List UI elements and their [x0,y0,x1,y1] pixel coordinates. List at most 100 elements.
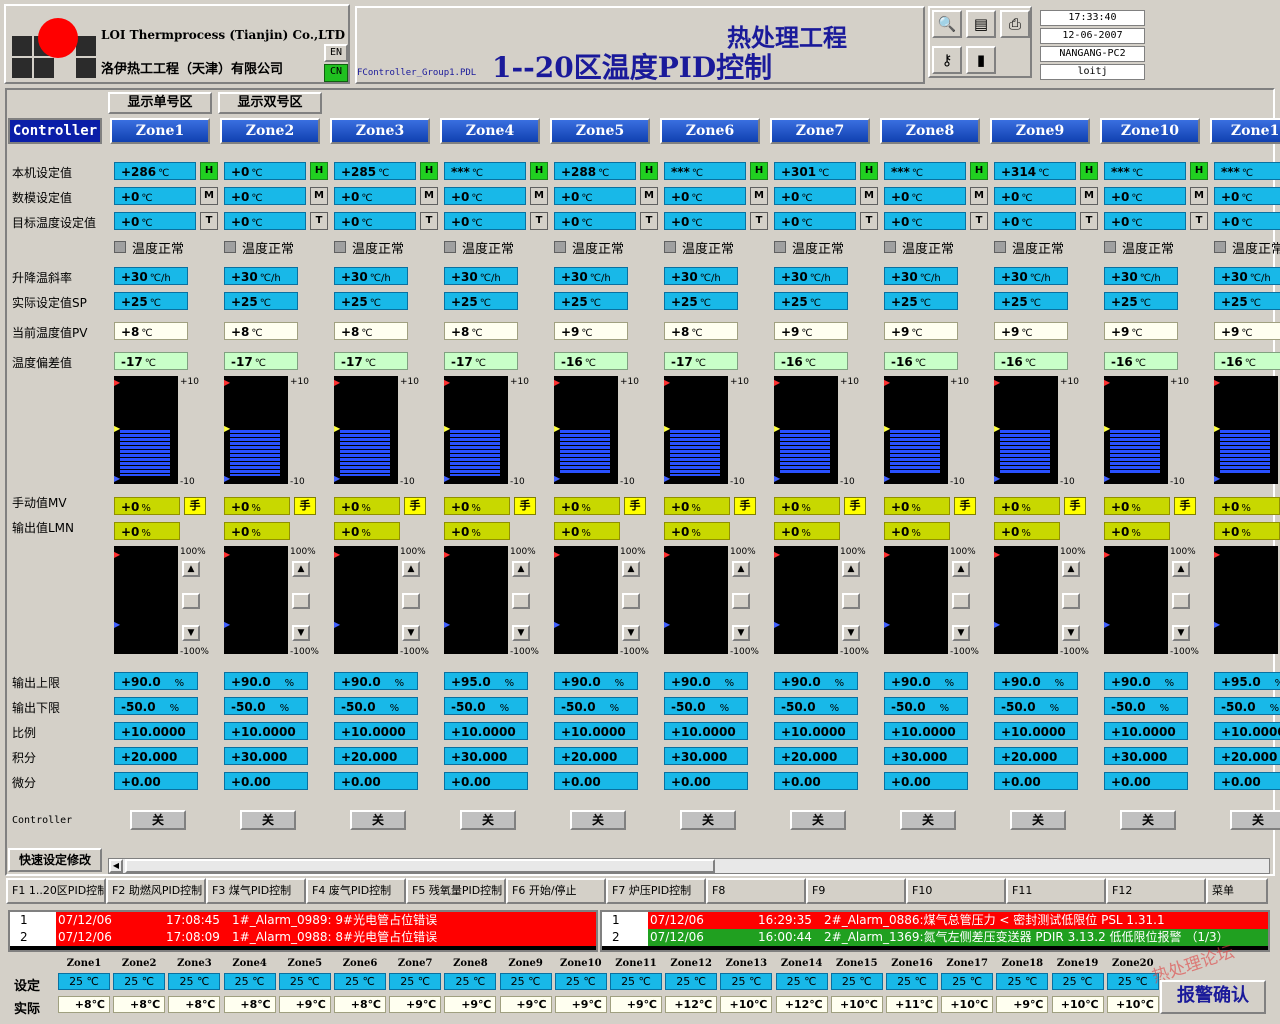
model-mode-button[interactable]: M [200,187,218,205]
manual-mv-field[interactable]: +0% [1104,497,1170,515]
alarm-ack-button[interactable]: 报警确认 [1160,980,1266,1014]
actual-sp-field[interactable]: +25 ℃ [554,292,628,310]
output-low-limit-field[interactable]: -50.0% [774,697,858,715]
alarm-row[interactable]: 1 07/12/06 16:29:35 2#_Alarm_0886:煤气总管压力 < … [602,912,1268,929]
actual-sp-field[interactable]: +25 ℃ [994,292,1068,310]
integral-field[interactable]: +20.000 [774,747,858,765]
status-checkbox[interactable] [884,241,896,253]
local-mode-button[interactable]: H [420,162,438,180]
output-low-limit-field[interactable]: -50.0% [444,697,528,715]
scroll-left-icon[interactable]: ◀ [109,859,123,873]
output-up-arrow-icon[interactable]: ▲ [402,561,420,577]
output-low-limit-field[interactable]: -50.0% [334,697,418,715]
integral-field[interactable]: +30.000 [444,747,528,765]
key-icon[interactable]: ⚷ [932,46,962,74]
target-sp-field[interactable]: +0 ℃ [1214,212,1280,230]
output-high-limit-field[interactable]: +90.0% [224,672,308,690]
model-sp-field[interactable]: +0 ℃ [1214,187,1280,205]
target-sp-field[interactable]: +0 ℃ [224,212,306,230]
function-key-2[interactable]: F2 助燃风PID控制 [106,878,206,904]
local-sp-field[interactable]: *** ℃ [444,162,526,180]
ramp-field[interactable]: +30 ℃/h [224,267,298,285]
exit-door-icon[interactable]: ▮ [966,46,996,74]
derivative-field[interactable]: +0.00 [994,772,1078,790]
output-step-button[interactable] [732,593,750,609]
target-sp-field[interactable]: +0 ℃ [884,212,966,230]
local-mode-button[interactable]: H [1080,162,1098,180]
target-mode-button[interactable]: T [1080,212,1098,230]
output-high-limit-field[interactable]: +90.0% [554,672,638,690]
derivative-field[interactable]: +0.00 [224,772,308,790]
local-mode-button[interactable]: H [640,162,658,180]
actual-sp-field[interactable]: +25 ℃ [444,292,518,310]
output-down-arrow-icon[interactable]: ▼ [842,625,860,641]
output-high-limit-field[interactable]: +95.0% [1214,672,1280,690]
model-sp-field[interactable]: +0 ℃ [554,187,636,205]
integral-field[interactable]: +20.000 [334,747,418,765]
ramp-field[interactable]: +30 ℃/h [554,267,628,285]
target-mode-button[interactable]: T [530,212,548,230]
output-down-arrow-icon[interactable]: ▼ [512,625,530,641]
status-checkbox[interactable] [994,241,1006,253]
actual-sp-field[interactable]: +25 ℃ [224,292,298,310]
output-up-arrow-icon[interactable]: ▲ [182,561,200,577]
local-sp-field[interactable]: *** ℃ [1214,162,1280,180]
output-high-limit-field[interactable]: +90.0% [884,672,968,690]
function-key-10[interactable]: F10 [906,878,1006,904]
output-step-button[interactable] [292,593,310,609]
model-mode-button[interactable]: M [640,187,658,205]
model-mode-button[interactable]: M [860,187,878,205]
output-low-limit-field[interactable]: -50.0% [1214,697,1280,715]
model-sp-field[interactable]: +0 ℃ [114,187,196,205]
output-down-arrow-icon[interactable]: ▼ [182,625,200,641]
proportional-field[interactable]: +10.0000 [444,722,528,740]
output-step-button[interactable] [622,593,640,609]
output-high-limit-field[interactable]: +90.0% [664,672,748,690]
target-mode-button[interactable]: T [310,212,328,230]
search-icon[interactable]: 🔍 [932,10,962,38]
model-mode-button[interactable]: M [750,187,768,205]
proportional-field[interactable]: +10.0000 [664,722,748,740]
manual-mode-button[interactable]: 手 [1174,497,1196,515]
local-sp-field[interactable]: +0 ℃ [224,162,306,180]
output-step-button[interactable] [952,593,970,609]
manual-mode-button[interactable]: 手 [184,497,206,515]
status-checkbox[interactable] [554,241,566,253]
manual-mv-field[interactable]: +0% [994,497,1060,515]
model-sp-field[interactable]: +0 ℃ [334,187,416,205]
output-up-arrow-icon[interactable]: ▲ [732,561,750,577]
controller-off-button[interactable]: 关 [1010,810,1066,830]
ramp-field[interactable]: +30 ℃/h [1214,267,1280,285]
status-checkbox[interactable] [444,241,456,253]
output-step-button[interactable] [512,593,530,609]
status-checkbox[interactable] [114,241,126,253]
output-down-arrow-icon[interactable]: ▼ [622,625,640,641]
manual-mv-field[interactable]: +0% [114,497,180,515]
target-mode-button[interactable]: T [1190,212,1208,230]
output-low-limit-field[interactable]: -50.0% [224,697,308,715]
output-low-limit-field[interactable]: -50.0% [664,697,748,715]
derivative-field[interactable]: +0.00 [114,772,198,790]
output-down-arrow-icon[interactable]: ▼ [402,625,420,641]
output-step-button[interactable] [402,593,420,609]
output-high-limit-field[interactable]: +95.0% [444,672,528,690]
manual-mv-field[interactable]: +0% [554,497,620,515]
output-up-arrow-icon[interactable]: ▲ [292,561,310,577]
manual-mv-field[interactable]: +0% [774,497,840,515]
manual-mode-button[interactable]: 手 [734,497,756,515]
ramp-field[interactable]: +30 ℃/h [774,267,848,285]
local-mode-button[interactable]: H [310,162,328,180]
ramp-field[interactable]: +30 ℃/h [114,267,188,285]
status-checkbox[interactable] [664,241,676,253]
local-mode-button[interactable]: H [200,162,218,180]
controller-off-button[interactable]: 关 [350,810,406,830]
function-key-13[interactable]: 菜单 [1206,878,1268,904]
integral-field[interactable]: +30.000 [1104,747,1188,765]
local-sp-field[interactable]: +301 ℃ [774,162,856,180]
proportional-field[interactable]: +10.0000 [774,722,858,740]
tab-odd-zones[interactable]: 显示单号区 [108,92,212,114]
output-high-limit-field[interactable]: +90.0% [774,672,858,690]
manual-mode-button[interactable]: 手 [404,497,426,515]
controller-off-button[interactable]: 关 [240,810,296,830]
function-key-12[interactable]: F12 [1106,878,1206,904]
